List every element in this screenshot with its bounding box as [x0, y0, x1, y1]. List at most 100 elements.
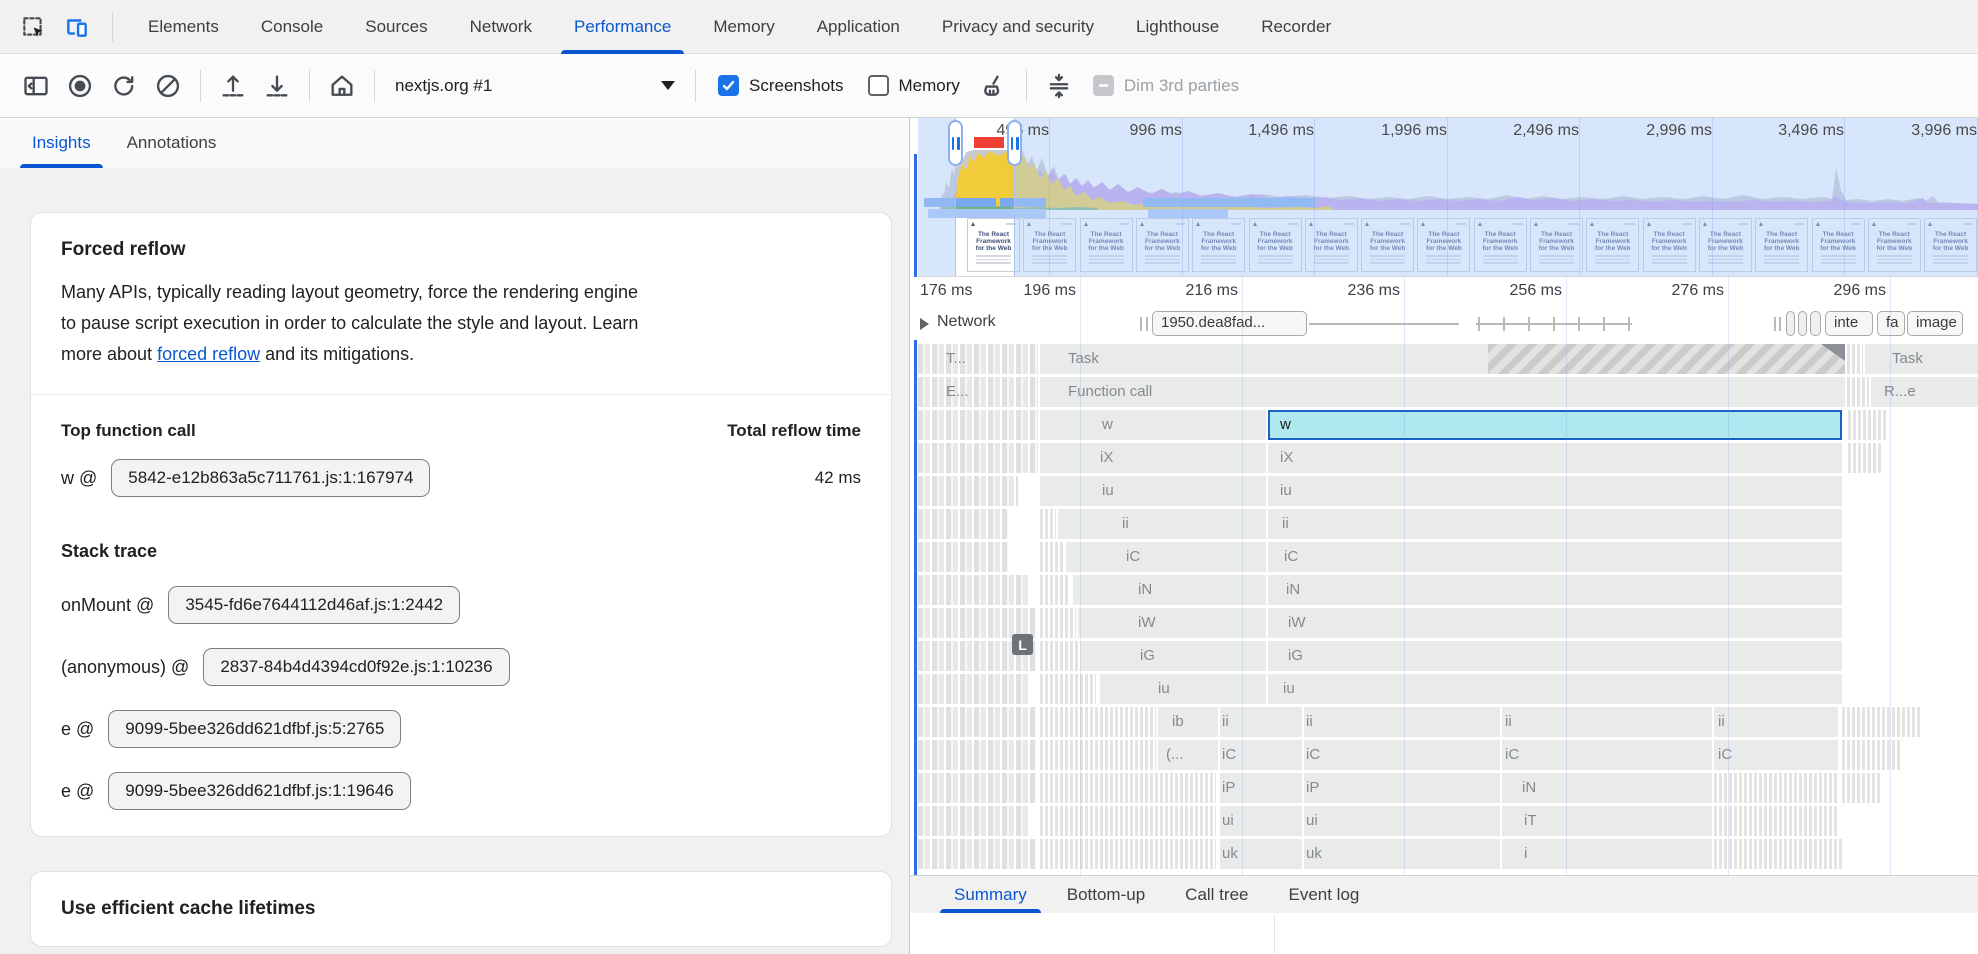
sidebar-tab-annotations[interactable]: Annotations: [109, 118, 235, 168]
upload-profile-icon[interactable]: [215, 68, 251, 104]
flame-bar[interactable]: [1502, 839, 1712, 869]
flame-bar[interactable]: [1304, 773, 1500, 803]
flame-bar-selected[interactable]: [1268, 410, 1842, 440]
network-track[interactable]: Network 1950.dea8fad... intefaimage: [918, 308, 1978, 340]
network-request[interactable]: fa: [1877, 311, 1905, 336]
garbage-collect-icon[interactable]: [976, 68, 1012, 104]
tab-memory[interactable]: Memory: [692, 0, 795, 54]
details-tab-call-tree[interactable]: Call tree: [1165, 876, 1268, 913]
flame-bar[interactable]: [1040, 443, 1266, 473]
flame-bar[interactable]: [1268, 443, 1842, 473]
clear-icon[interactable]: [150, 68, 186, 104]
flame-bar[interactable]: [1268, 608, 1842, 638]
insights-scroll-area[interactable]: Forced reflow Many APIs, typically readi…: [0, 168, 909, 954]
download-profile-icon[interactable]: [259, 68, 295, 104]
details-tab-summary[interactable]: Summary: [934, 876, 1047, 913]
flame-bar[interactable]: [1158, 707, 1218, 737]
flame-bar[interactable]: [1078, 608, 1266, 638]
tab-lighthouse[interactable]: Lighthouse: [1115, 0, 1240, 54]
tab-console[interactable]: Console: [240, 0, 344, 54]
tab-application[interactable]: Application: [796, 0, 921, 54]
flame-bar[interactable]: [1268, 674, 1842, 704]
flame-bar[interactable]: [1502, 707, 1712, 737]
filmstrip-screenshot[interactable]: The React Framework for the Web: [967, 218, 1020, 272]
forced-reflow-link[interactable]: forced reflow: [157, 344, 260, 364]
tab-network[interactable]: Network: [449, 0, 553, 54]
toolbar-divider: [309, 70, 310, 102]
home-icon[interactable]: [324, 68, 360, 104]
reload-record-icon[interactable]: [106, 68, 142, 104]
source-location-link[interactable]: 3545-fd6e7644112d46af.js:1:2442: [168, 586, 460, 624]
tab-recorder[interactable]: Recorder: [1240, 0, 1352, 54]
flame-bar[interactable]: [1080, 641, 1266, 671]
flame-bar: [1040, 641, 1078, 671]
network-request[interactable]: [1786, 311, 1795, 336]
details-tab-event-log[interactable]: Event log: [1268, 876, 1379, 913]
network-request[interactable]: [1798, 311, 1807, 336]
sidebar-tab-insights[interactable]: Insights: [14, 118, 109, 168]
flame-bar[interactable]: [1304, 806, 1500, 836]
tab-privacy-and-security[interactable]: Privacy and security: [921, 0, 1115, 54]
flame-bar[interactable]: [1073, 575, 1266, 605]
flamechart-gridline: [1890, 277, 1891, 875]
flame-bar[interactable]: [1158, 740, 1218, 770]
flame-bar[interactable]: [1268, 575, 1842, 605]
flame-bar[interactable]: [1714, 740, 1838, 770]
window-right-handle[interactable]: [1007, 120, 1022, 166]
flame-bar[interactable]: [1220, 707, 1302, 737]
source-location-link[interactable]: 2837-84b4d4394cd0f92e.js:1:10236: [203, 648, 509, 686]
network-request[interactable]: inte: [1825, 311, 1873, 336]
source-location-link[interactable]: 5842-e12b863a5c711761.js:1:167974: [111, 459, 430, 497]
flame-bar[interactable]: [1040, 410, 1266, 440]
expand-triangle-icon[interactable]: [920, 318, 929, 330]
flame-bar[interactable]: [1714, 707, 1838, 737]
flame-bar[interactable]: [1304, 839, 1500, 869]
flame-bar[interactable]: [1220, 839, 1302, 869]
tab-elements[interactable]: Elements: [127, 0, 240, 54]
flame-bar[interactable]: [1040, 377, 1845, 407]
timeline-minimap[interactable]: The React Framework for the WebThe React…: [918, 118, 1978, 277]
dock-side-icon[interactable]: [18, 68, 54, 104]
flame-bar[interactable]: [1865, 344, 1978, 374]
stack-function-name: onMount @: [61, 595, 154, 616]
flame-bar[interactable]: [1066, 542, 1266, 572]
history-select[interactable]: nextjs.org #1: [385, 76, 685, 96]
minimap-gridline: [1182, 118, 1183, 277]
network-request[interactable]: image: [1907, 311, 1963, 336]
cache-lifetimes-card[interactable]: Use efficient cache lifetimes: [30, 871, 892, 947]
flame-bar[interactable]: [1058, 509, 1266, 539]
tab-sources[interactable]: Sources: [344, 0, 448, 54]
flame-bar[interactable]: [1304, 707, 1500, 737]
source-location-link[interactable]: 9099-5bee326dd621dfbf.js:5:2765: [108, 710, 401, 748]
network-request[interactable]: 1950.dea8fad...: [1152, 311, 1307, 336]
inspect-element-icon[interactable]: [18, 12, 48, 42]
flame-bar[interactable]: [1220, 773, 1302, 803]
details-tab-bottom-up[interactable]: Bottom-up: [1047, 876, 1165, 913]
shrink-flame-icon[interactable]: [1041, 68, 1077, 104]
long-task-hatch[interactable]: [1488, 344, 1845, 374]
device-toolbar-icon[interactable]: [62, 12, 92, 42]
memory-checkbox[interactable]: Memory: [868, 75, 960, 96]
flame-bar: [1040, 542, 1064, 572]
flame-bar[interactable]: [1040, 476, 1266, 506]
flame-bar[interactable]: [1268, 509, 1842, 539]
flame-bar[interactable]: [1304, 740, 1500, 770]
flame-bar[interactable]: [1268, 476, 1842, 506]
flame-bar[interactable]: [1502, 740, 1712, 770]
tab-performance[interactable]: Performance: [553, 0, 692, 54]
source-location-link[interactable]: 9099-5bee326dd621dfbf.js:1:19646: [108, 772, 410, 810]
network-request[interactable]: [1810, 311, 1821, 336]
flame-bar[interactable]: [1268, 542, 1842, 572]
window-left-handle[interactable]: [948, 120, 963, 166]
flame-bar[interactable]: [1871, 377, 1978, 407]
record-icon[interactable]: [62, 68, 98, 104]
flamechart[interactable]: T...TaskTaskE...Function callR...ewwiXiX…: [918, 340, 1978, 875]
flame-bar[interactable]: [1502, 806, 1712, 836]
flame-bar[interactable]: [1220, 806, 1302, 836]
flame-bar[interactable]: [1268, 641, 1842, 671]
screenshots-checkbox[interactable]: Screenshots: [718, 75, 844, 96]
details-tabs: SummaryBottom-upCall treeEvent log: [910, 875, 1978, 913]
flame-bar[interactable]: [1220, 740, 1302, 770]
flame-bar[interactable]: [1502, 773, 1712, 803]
forced-reflow-card[interactable]: Forced reflow Many APIs, typically readi…: [30, 212, 892, 837]
